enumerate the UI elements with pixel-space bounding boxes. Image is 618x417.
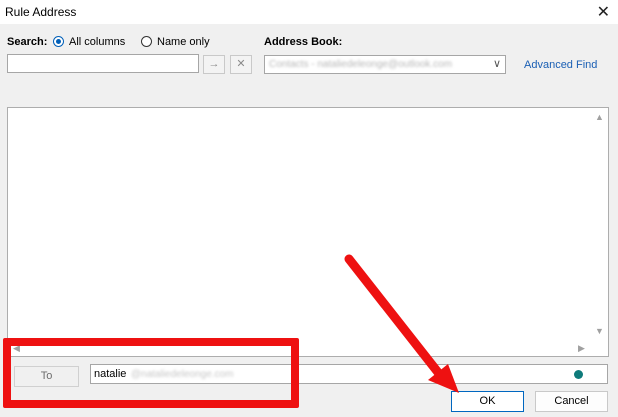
annotation-arrow: [344, 254, 459, 393]
